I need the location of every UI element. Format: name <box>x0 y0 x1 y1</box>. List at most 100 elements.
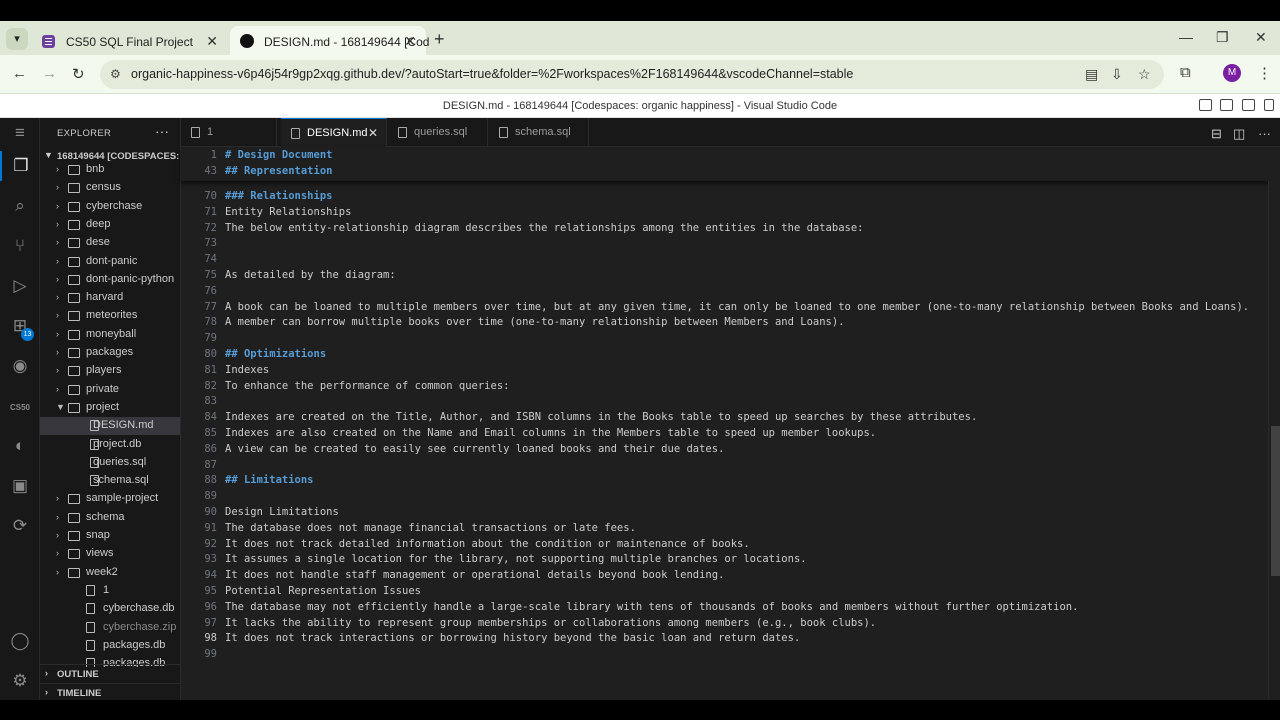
editor-tab-schema-sql[interactable]: schema.sql <box>489 118 589 147</box>
code-line-text[interactable]: It does not track detailed information a… <box>225 538 750 550</box>
address-bar[interactable]: ⚙ organic-happiness-v6p46j54r9gp2xqg.git… <box>100 60 1164 89</box>
file-item-cyberchase-db[interactable]: cyberchase.db <box>40 600 180 618</box>
code-line-text[interactable]: ## Limitations <box>225 474 314 486</box>
toggle-panel-icon[interactable] <box>1220 99 1233 111</box>
editor-more-actions-icon[interactable]: ··· <box>1258 126 1271 141</box>
close-tab-icon[interactable]: ✕ <box>404 33 416 50</box>
run-debug-icon[interactable]: ▷ <box>0 271 40 301</box>
code-line-text[interactable]: The database may not efficiently handle … <box>225 601 1078 613</box>
editor-tab-design-md[interactable]: DESIGN.md ✕ <box>281 118 387 147</box>
editor-scrollbar[interactable] <box>1268 181 1280 700</box>
code-line-text[interactable]: It does not handle staff management or o… <box>225 569 724 581</box>
timeline-section[interactable]: › TIMELINE <box>40 683 180 700</box>
code-line-text[interactable]: As detailed by the diagram: <box>225 269 396 281</box>
code-line-text[interactable]: It assumes a single location for the lib… <box>225 553 807 565</box>
code-line-text[interactable]: To enhance the performance of common que… <box>225 380 509 392</box>
file-item-packages-db[interactable]: packages.db <box>40 637 180 655</box>
code-lines[interactable]: 70 ### Relationships 71 Entity Relationship… <box>181 147 1280 700</box>
folder-item-dont-panic[interactable]: › dont-panic <box>40 253 180 271</box>
settings-gear-icon[interactable]: ⚙ <box>0 666 40 696</box>
toggle-secondary-sidebar-icon[interactable] <box>1242 99 1255 111</box>
sticky-line-text[interactable]: # Design Document <box>225 149 332 161</box>
restore-icon[interactable]: ❐ <box>1216 29 1229 46</box>
workspace-root[interactable]: ▼ 168149644 [CODESPACES: ... <box>40 149 180 165</box>
code-line-text[interactable]: The below entity-relationship diagram de… <box>225 222 863 234</box>
toggle-primary-sidebar-icon[interactable] <box>1199 99 1212 111</box>
code-line-text[interactable]: The database does not manage financial t… <box>225 522 636 534</box>
file-item-1[interactable]: 1 <box>40 582 180 600</box>
tab-search-chevron-icon[interactable]: ▾ <box>6 28 28 50</box>
folder-item-dese[interactable]: › dese <box>40 234 180 252</box>
new-tab-plus-icon[interactable]: + <box>434 29 445 50</box>
customize-layout-icon[interactable] <box>1264 99 1274 111</box>
file-item-design-md[interactable]: DESIGN.md <box>40 417 180 435</box>
scrollbar-thumb[interactable] <box>1271 426 1280 576</box>
code-line-text[interactable]: It lacks the ability to represent group … <box>225 617 876 629</box>
code-line-text[interactable]: A book can be loaned to multiple members… <box>225 301 1249 313</box>
close-tab-icon[interactable]: ✕ <box>206 33 218 50</box>
remote-explorer-icon[interactable]: ⟳ <box>0 511 40 541</box>
forward-arrow-icon[interactable]: → <box>42 65 57 82</box>
folder-item-project[interactable]: ▼ project <box>40 399 180 417</box>
open-preview-icon[interactable]: ⊟ <box>1211 126 1222 142</box>
menu-hamburger-icon[interactable]: ≡ <box>0 118 40 148</box>
file-item-schema-sql[interactable]: schema.sql <box>40 472 180 490</box>
search-icon[interactable]: ⌕ <box>0 191 40 221</box>
source-control-icon[interactable]: ⑂ <box>0 231 40 261</box>
profile-avatar[interactable]: M <box>1223 64 1241 82</box>
code-line-text[interactable]: Potential Representation Issues <box>225 585 421 597</box>
folder-item-snap[interactable]: › snap <box>40 527 180 545</box>
code-line-text[interactable]: Design Limitations <box>225 506 339 518</box>
close-editor-icon[interactable]: ✕ <box>368 126 378 140</box>
extensions-puzzle-icon[interactable]: ⧉ <box>1180 64 1191 81</box>
folder-item-schema[interactable]: › schema <box>40 509 180 527</box>
back-arrow-icon[interactable]: ← <box>12 65 27 82</box>
folder-item-meteorites[interactable]: › meteorites <box>40 307 180 325</box>
clipboard-icon[interactable]: ▤ <box>1085 66 1098 83</box>
folder-item-census[interactable]: › census <box>40 179 180 197</box>
split-editor-icon[interactable]: ◫ <box>1233 126 1245 142</box>
extensions-icon[interactable]: ⊞ <box>0 311 40 341</box>
folder-item-week2[interactable]: › week2 <box>40 564 180 582</box>
more-actions-icon[interactable]: ··· <box>155 123 169 139</box>
file-item-cyberchase-zip[interactable]: cyberchase.zip <box>40 619 180 637</box>
folder-item-players[interactable]: › players <box>40 362 180 380</box>
code-line-text[interactable]: Indexes are also created on the Name and… <box>225 427 876 439</box>
folder-item-sample-project[interactable]: › sample-project <box>40 490 180 508</box>
code-line-text[interactable]: A view can be created to easily see curr… <box>225 443 724 455</box>
github-icon[interactable]: ◉ <box>0 351 40 381</box>
editor-tab-queries-sql[interactable]: queries.sql <box>388 118 488 147</box>
folder-item-cyberchase[interactable]: › cyberchase <box>40 198 180 216</box>
reload-icon[interactable]: ↻ <box>72 65 85 83</box>
bookmark-star-icon[interactable]: ☆ <box>1138 66 1151 83</box>
file-item-queries-sql[interactable]: queries.sql <box>40 454 180 472</box>
ducky-icon[interactable]: ◐ <box>0 431 40 461</box>
outline-section[interactable]: › OUTLINE <box>40 664 180 682</box>
folder-item-deep[interactable]: › deep <box>40 216 180 234</box>
browser-tab-design-md[interactable]: DESIGN.md - 168149644 [Cod ✕ <box>230 26 429 55</box>
code-line-text[interactable]: A member can borrow multiple books over … <box>225 316 845 328</box>
folder-item-moneyball[interactable]: › moneyball <box>40 326 180 344</box>
site-info-icon[interactable]: ⚙ <box>110 67 121 81</box>
folder-item-harvard[interactable]: › harvard <box>40 289 180 307</box>
url-text[interactable]: organic-happiness-v6p46j54r9gp2xqg.githu… <box>131 67 853 81</box>
explorer-icon[interactable]: ❐ <box>0 151 40 181</box>
code-line-text[interactable]: ## Optimizations <box>225 348 326 360</box>
browser-menu-icon[interactable]: ⋮ <box>1257 64 1272 82</box>
docker-icon[interactable]: ▣ <box>0 471 40 501</box>
code-line-text[interactable]: ### Relationships <box>225 190 332 202</box>
code-line-text[interactable]: Indexes are created on the Title, Author… <box>225 411 977 423</box>
account-icon[interactable]: ◯ <box>0 626 40 656</box>
code-line-text[interactable]: Indexes <box>225 364 269 376</box>
folder-item-dont-panic-python[interactable]: › dont-panic-python <box>40 271 180 289</box>
editor-tab-1[interactable]: 1 <box>181 118 277 147</box>
folder-item-private[interactable]: › private <box>40 381 180 399</box>
cs50-label[interactable]: CS50 <box>0 403 40 412</box>
browser-tab-cs50[interactable]: CS50 SQL Final Project ✕ <box>32 26 228 55</box>
folder-item-packages[interactable]: › packages <box>40 344 180 362</box>
code-line-text[interactable]: It does not track interactions or borrow… <box>225 632 800 644</box>
install-app-icon[interactable]: ⇩ <box>1111 66 1123 83</box>
minimize-icon[interactable]: — <box>1179 29 1193 45</box>
window-close-icon[interactable]: ✕ <box>1255 29 1267 46</box>
sticky-line-text[interactable]: ## Representation <box>225 165 332 177</box>
